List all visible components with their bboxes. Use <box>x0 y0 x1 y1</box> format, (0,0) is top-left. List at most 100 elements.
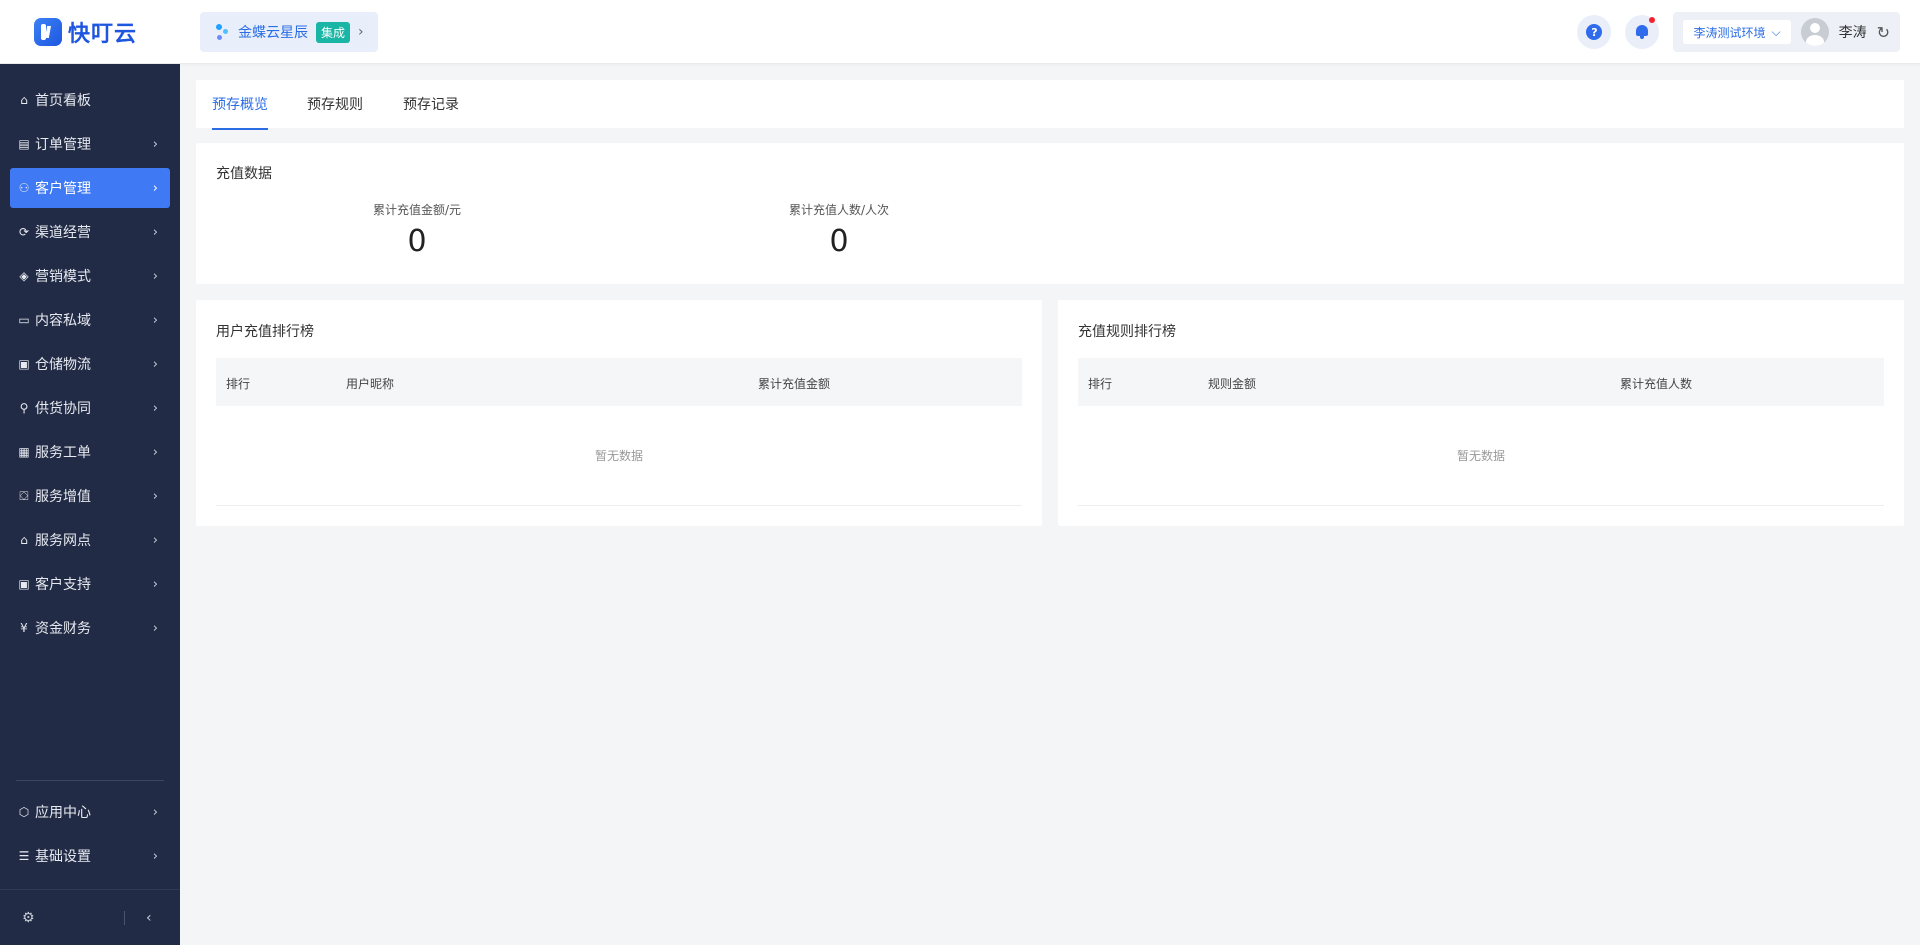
stat-value: 0 <box>829 224 849 259</box>
sidebar-item-label: 仓储物流 <box>35 357 91 373</box>
sidebar-item-label: 客户支持 <box>35 577 91 593</box>
chevron-right-icon: › <box>152 804 158 820</box>
app-logo[interactable]: 快叮云 <box>34 16 137 48</box>
sidebar-nav: ⌂ 首页看板 ▤ 订单管理 › ⚇ 客户管理 › ⟳ 渠道经营 › ◈ 营销模式 › ▭ 内容私域 › ▣ 仓储物流… <box>0 64 180 648</box>
support-icon: ▣ <box>18 577 30 591</box>
stat-total-users: 累计充值人数/人次 0 <box>739 201 939 259</box>
user-rank-table: 排行 用户昵称 累计充值金额 暂无数据 <box>216 358 1022 506</box>
channel-icon: ⟳ <box>18 225 30 239</box>
integration-badge: 集成 <box>316 21 351 43</box>
column-header: 规则金额 <box>1208 377 1257 391</box>
tab-rules[interactable]: 预存规则 <box>307 94 363 128</box>
app-center-icon: ⬡ <box>18 805 30 819</box>
sidebar-nav-bottom: ⬡ 应用中心 › ☰ 基础设置 › <box>0 792 180 880</box>
sidebar-item-label: 营销模式 <box>35 269 91 285</box>
notification-dot <box>1649 17 1656 23</box>
gear-icon[interactable]: ⚙ <box>22 910 35 926</box>
sidebar-item-label: 服务工单 <box>35 445 91 461</box>
stat-label: 累计充值金额/元 <box>372 203 462 217</box>
sidebar-item-bag[interactable]: ⛋ 服务增值 › <box>10 476 170 516</box>
chevron-right-icon: › <box>152 400 158 416</box>
integration-chip[interactable]: 金蝶云星辰 集成 › <box>200 12 378 52</box>
sidebar-item-finance[interactable]: ¥ 资金财务 › <box>10 608 170 648</box>
bag-icon: ⛋ <box>19 488 29 503</box>
sidebar-divider <box>16 780 164 781</box>
sidebar-item-app-center[interactable]: ⬡ 应用中心 › <box>10 792 170 832</box>
sidebar-item-image[interactable]: ▭ 内容私域 › <box>10 300 170 340</box>
environment-select[interactable]: 李涛测试环境 ⌵ <box>1683 20 1791 44</box>
notification-button[interactable] <box>1625 15 1660 49</box>
column-header: 用户昵称 <box>346 377 395 391</box>
collapse-icon[interactable]: ‹ <box>146 910 152 926</box>
warehouse-icon: ▣ <box>18 357 30 371</box>
customer-icon: ⚇ <box>18 181 30 195</box>
sidebar-footer: ⚙ ‹ <box>0 889 180 945</box>
workorder-icon: ▦ <box>18 445 30 459</box>
chevron-right-icon: › <box>152 268 158 284</box>
order-icon: ▤ <box>18 137 30 151</box>
recharge-data-card: 充值数据 累计充值金额/元 0 累计充值人数/人次 0 <box>196 143 1904 284</box>
chevron-down-icon: ⌵ <box>1771 24 1781 39</box>
sidebar-item-label: 服务增值 <box>35 489 91 505</box>
table-header: 排行 用户昵称 累计充值金额 <box>216 358 1022 406</box>
sidebar-item-label: 渠道经营 <box>35 225 91 241</box>
sidebar-item-tag[interactable]: ◈ 营销模式 › <box>10 256 170 296</box>
chevron-right-icon: › <box>152 620 158 636</box>
column-header: 累计充值人数 <box>1620 377 1693 391</box>
kingdee-icon <box>214 22 230 42</box>
user-rank-title: 用户充值排行榜 <box>216 324 314 340</box>
refresh-icon[interactable]: ↻ <box>1877 23 1890 42</box>
finance-icon: ¥ <box>20 621 28 635</box>
chevron-right-icon: › <box>152 576 158 592</box>
empty-state: 暂无数据 <box>1078 406 1884 506</box>
sidebar-item-label: 客户管理 <box>35 181 91 197</box>
empty-state: 暂无数据 <box>216 406 1022 506</box>
bell-icon <box>1635 25 1649 39</box>
chevron-right-icon: › <box>152 136 158 152</box>
sidebar-item-order[interactable]: ▤ 订单管理 › <box>10 124 170 164</box>
chevron-right-icon: › <box>152 444 158 460</box>
image-icon: ▭ <box>18 313 30 327</box>
sidebar-item-store[interactable]: ⌂ 服务网点 › <box>10 520 170 560</box>
table-header: 排行 规则金额 累计充值人数 <box>1078 358 1884 406</box>
chevron-right-icon: › <box>358 24 364 40</box>
recharge-data-title: 充值数据 <box>216 166 272 182</box>
sidebar-item-channel[interactable]: ⟳ 渠道经营 › <box>10 212 170 252</box>
sidebar-item-customer[interactable]: ⚇ 客户管理 › <box>10 168 170 208</box>
sidebar-item-label: 首页看板 <box>35 93 91 109</box>
chevron-right-icon: › <box>152 848 158 864</box>
sidebar-item-support[interactable]: ▣ 客户支持 › <box>10 564 170 604</box>
sidebar-item-label: 供货协同 <box>35 401 91 417</box>
rule-rank-title: 充值规则排行榜 <box>1078 324 1176 340</box>
stat-value: 0 <box>407 224 427 259</box>
user-rank-card: 用户充值排行榜 排行 用户昵称 累计充值金额 暂无数据 <box>196 300 1042 526</box>
sidebar-item-warehouse[interactable]: ▣ 仓储物流 › <box>10 344 170 384</box>
user-panel: 李涛测试环境 ⌵ 李涛 ↻ <box>1673 12 1900 52</box>
sidebar-item-settings[interactable]: ☰ 基础设置 › <box>10 836 170 876</box>
stat-label: 累计充值人数/人次 <box>788 203 890 217</box>
footer-divider <box>124 910 125 925</box>
chevron-right-icon: › <box>152 488 158 504</box>
sidebar-item-home[interactable]: ⌂ 首页看板 <box>10 80 170 120</box>
top-header: 快叮云 金蝶云星辰 集成 › ? 李涛测试环境 ⌵ 李涛 ↻ <box>0 0 1920 64</box>
chevron-right-icon: › <box>152 356 158 372</box>
sidebar-item-label: 订单管理 <box>35 137 91 153</box>
store-icon: ⌂ <box>20 533 28 547</box>
sidebar-item-label: 内容私域 <box>35 313 91 329</box>
chevron-right-icon: › <box>152 532 158 548</box>
tab-records[interactable]: 预存记录 <box>403 94 459 128</box>
sidebar-item-workorder[interactable]: ▦ 服务工单 › <box>10 432 170 472</box>
sidebar-item-supply[interactable]: ⚲ 供货协同 › <box>10 388 170 428</box>
integration-name: 金蝶云星辰 <box>238 25 308 41</box>
column-header: 排行 <box>1088 377 1113 391</box>
settings-icon: ☰ <box>18 849 30 863</box>
sidebar-item-label: 资金财务 <box>35 621 91 637</box>
help-button[interactable]: ? <box>1577 15 1612 49</box>
column-header: 累计充值金额 <box>758 377 831 391</box>
user-name[interactable]: 李涛 <box>1839 22 1867 42</box>
help-icon: ? <box>1586 24 1603 40</box>
chevron-right-icon: › <box>152 180 158 196</box>
avatar[interactable] <box>1800 18 1829 46</box>
sidebar-item-label: 服务网点 <box>35 533 91 549</box>
tab-overview[interactable]: 预存概览 <box>212 94 268 130</box>
